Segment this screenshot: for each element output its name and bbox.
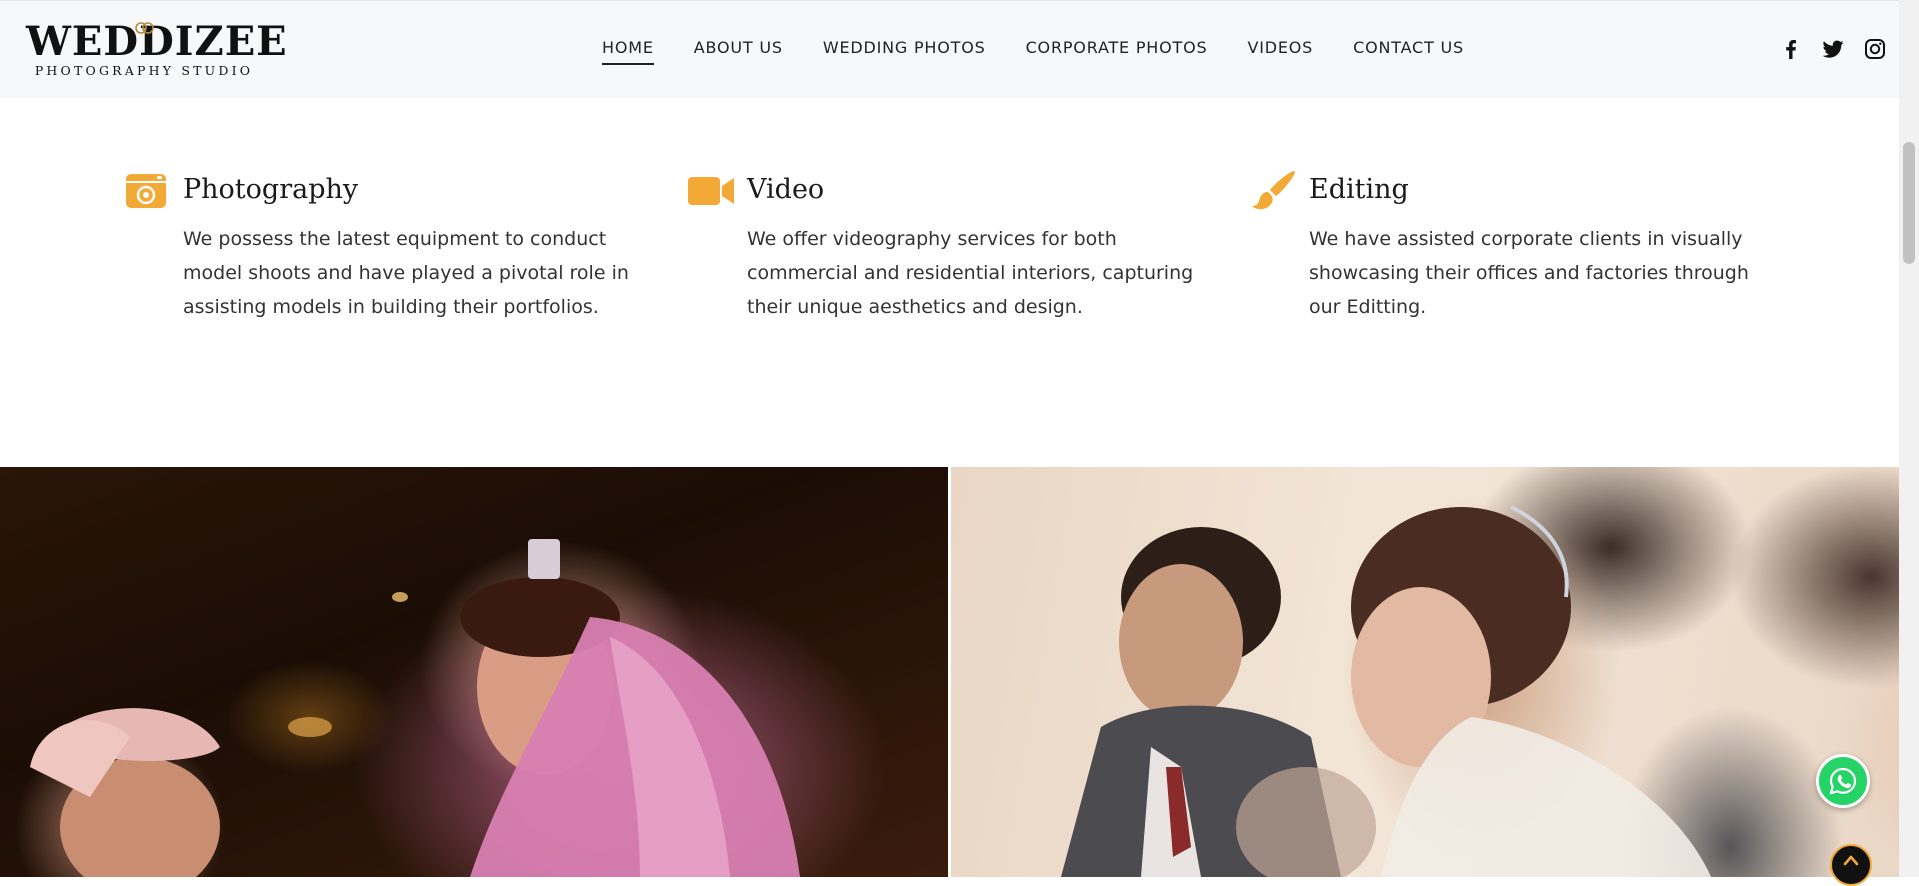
nav-item-corporate-photos[interactable]: CORPORATE PHOTOS [1026, 38, 1208, 65]
facebook-icon[interactable] [1779, 37, 1803, 61]
service-description: We offer videography services for both c… [747, 228, 1194, 318]
chevron-up-icon [1843, 855, 1859, 866]
instagram-icon[interactable] [1863, 37, 1887, 61]
service-description: We possess the latest equipment to condu… [183, 228, 629, 318]
service-title: Video [747, 174, 825, 205]
whatsapp-button[interactable] [1816, 754, 1870, 808]
nav-item-videos[interactable]: VIDEOS [1247, 38, 1313, 65]
photo-illustration [30, 539, 800, 877]
nav-item-wedding-photos[interactable]: WEDDING PHOTOS [823, 38, 986, 65]
nav-item-contact-us[interactable]: CONTACT US [1353, 38, 1464, 65]
services-section: Photography We possess the latest equipm… [0, 98, 1899, 468]
service-description: We have assisted corporate clients in vi… [1309, 228, 1749, 318]
whatsapp-icon [1829, 767, 1857, 795]
video-camera-icon [688, 177, 734, 205]
scrollbar-thumb[interactable] [1903, 142, 1915, 264]
logo[interactable]: WEDDIZEE PHOTOGRAPHY STUDIO [26, 21, 287, 81]
main-nav: HOME ABOUT US WEDDING PHOTOS CORPORATE P… [602, 38, 1504, 65]
camera-icon [126, 174, 166, 208]
nav-item-about-us[interactable]: ABOUT US [694, 38, 783, 65]
wedding-rings-icon [135, 22, 154, 34]
twitter-icon[interactable] [1821, 37, 1845, 61]
back-to-top-button[interactable] [1830, 844, 1872, 886]
social-links [1779, 37, 1887, 61]
paint-brush-icon [1252, 171, 1295, 210]
wedding-photo-church-couple[interactable] [951, 467, 1899, 877]
service-title: Editing [1309, 174, 1409, 205]
photo-illustration [1061, 505, 1711, 877]
site-header: WEDDIZEE PHOTOGRAPHY STUDIO HOME ABOUT U… [0, 0, 1899, 98]
wedding-photo-bride-groom[interactable] [0, 467, 948, 877]
service-title: Photography [183, 174, 359, 205]
logo-tagline: PHOTOGRAPHY STUDIO [34, 63, 254, 78]
photo-gallery [0, 467, 1899, 877]
nav-item-home[interactable]: HOME [602, 38, 654, 65]
page-scrollbar[interactable] [1899, 0, 1919, 877]
